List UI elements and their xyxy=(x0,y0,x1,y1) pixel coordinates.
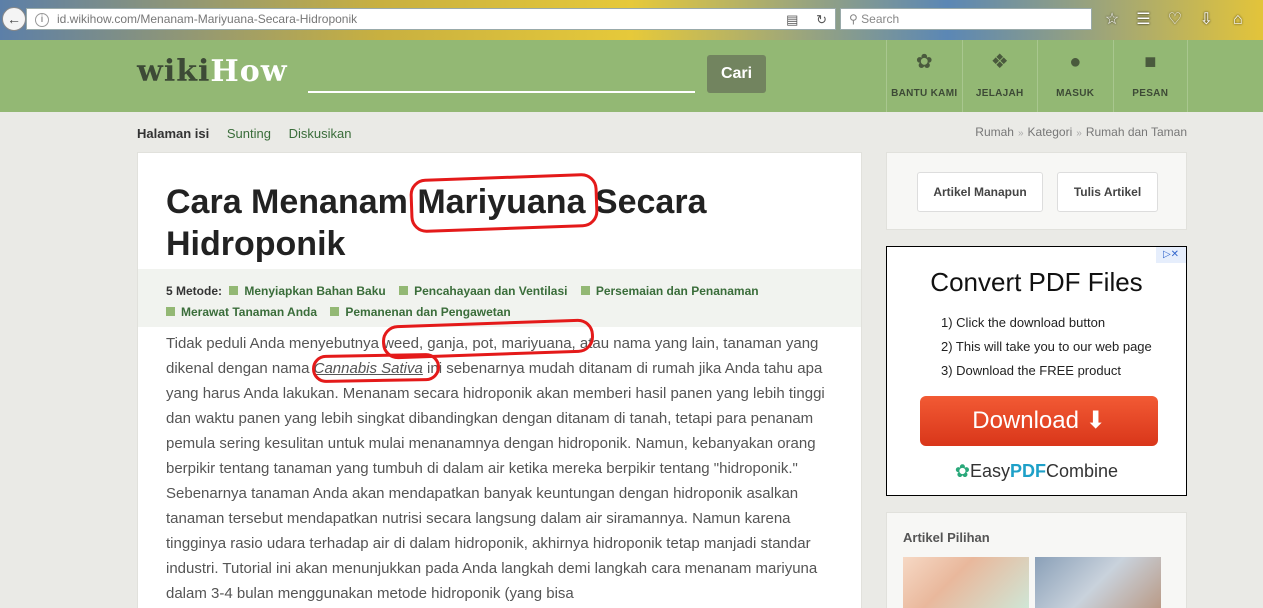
nav-bantu-kami[interactable]: ✿ BANTU KAMI xyxy=(886,40,962,112)
back-icon[interactable]: ← xyxy=(2,7,26,31)
nav-label: PESAN xyxy=(1132,88,1169,99)
method-link[interactable]: Merawat Tanaman Anda xyxy=(166,305,317,319)
tab-halaman-isi[interactable]: Halaman isi xyxy=(137,126,209,141)
logo-wiki: wiki xyxy=(137,54,211,89)
method-link[interactable]: Pencahayaan dan Ventilasi xyxy=(399,284,567,298)
home-icon[interactable]: ⌂ xyxy=(1226,8,1250,32)
search-button[interactable]: Cari xyxy=(707,55,766,93)
browser-toolbar: ← i id.wikihow.com/Menanam-Mariyuana-Seca… xyxy=(0,0,1263,40)
featured-heading: Artikel Pilihan xyxy=(903,530,990,545)
compass-icon: ❖ xyxy=(990,51,1009,73)
featured-articles: Artikel Pilihan xyxy=(886,512,1187,608)
breadcrumb-separator: » xyxy=(1076,128,1082,139)
breadcrumb-rumah-dan-taman[interactable]: Rumah dan Taman xyxy=(1086,125,1187,139)
methods-list: 5 Metode: Menyiapkan Bahan Baku Pencahay… xyxy=(138,269,861,327)
site-search-input[interactable] xyxy=(308,59,695,93)
method-link[interactable]: Pemanenan dan Pengawetan xyxy=(330,305,511,319)
user-icon: ● xyxy=(1069,51,1082,73)
sidebar-actions: Artikel Manapun Tulis Artikel xyxy=(886,152,1187,230)
ad-title: Convert PDF Files xyxy=(930,267,1143,297)
nav-label: JELAJAH xyxy=(975,88,1024,99)
search-icon: ⚲ xyxy=(849,12,858,26)
tab-diskusikan[interactable]: Diskusikan xyxy=(289,126,352,141)
annotation-title-highlight xyxy=(409,172,599,234)
methods-label: 5 Metode: xyxy=(166,284,223,298)
tab-sunting[interactable]: Sunting xyxy=(227,126,271,141)
header-nav: ✿ BANTU KAMI ❖ JELAJAH ● MASUK ■ PESAN xyxy=(886,40,1188,112)
method-link[interactable]: Menyiapkan Bahan Baku xyxy=(229,284,386,298)
bookmark-star-icon[interactable]: ☆ xyxy=(1100,8,1124,32)
page-tabs: Halaman isi Sunting Diskusikan xyxy=(137,126,365,141)
browser-toolbar-icons: ☆ ☰ ♡ ⇩ ⌂ xyxy=(1100,8,1263,32)
nav-jelajah[interactable]: ❖ JELAJAH xyxy=(961,40,1038,112)
sprout-icon: ✿ xyxy=(915,51,933,73)
info-icon[interactable]: i xyxy=(35,12,49,27)
url-host: id.wikihow.com xyxy=(57,12,138,26)
featured-thumbnail[interactable] xyxy=(903,557,1029,608)
search-placeholder: Search xyxy=(861,12,900,26)
breadcrumb-rumah[interactable]: Rumah xyxy=(975,125,1014,139)
write-article-button[interactable]: Tulis Artikel xyxy=(1057,172,1158,212)
breadcrumb-separator: » xyxy=(1017,128,1024,139)
nav-label: MASUK xyxy=(1056,88,1095,99)
nav-masuk[interactable]: ● MASUK xyxy=(1037,40,1113,112)
ad-step: 3) Download the FREE product xyxy=(941,363,1121,378)
random-article-button[interactable]: Artikel Manapun xyxy=(917,172,1043,212)
ad-steps: 1) Click the download button 2) This wil… xyxy=(941,311,1152,383)
down-arrow-icon: ⬇ xyxy=(1085,407,1106,434)
logo-how: How xyxy=(210,54,288,89)
reader-view-icon[interactable]: ▤ xyxy=(786,12,798,27)
url-path: /Menanam-Mariyuana-Secara-Hidroponik xyxy=(137,12,358,26)
nav-pesan[interactable]: ■ PESAN xyxy=(1112,40,1188,112)
nav-label: BANTU KAMI xyxy=(891,88,958,99)
ad-step: 2) This will take you to our web page xyxy=(941,339,1152,354)
ad-step: 1) Click the download button xyxy=(941,315,1106,330)
bookmarks-list-icon[interactable]: ☰ xyxy=(1131,8,1155,32)
ad-close-icon[interactable]: ▷✕ xyxy=(1156,247,1186,263)
site-header: wikiHow Cari ✿ BANTU KAMI ❖ JELAJAH ● MA… xyxy=(0,40,1263,112)
advertisement[interactable]: ▷✕ Convert PDF Files 1) Click the downlo… xyxy=(886,246,1187,496)
article-intro: Tidak peduli Anda menyebutnya weed, ganj… xyxy=(166,335,825,602)
wikihow-logo[interactable]: wikiHow xyxy=(137,54,288,89)
method-link[interactable]: Persemaian dan Penanaman xyxy=(580,284,759,298)
ad-brand-logo: ✿EasyPDFCombine xyxy=(954,461,1119,481)
featured-thumbnail[interactable] xyxy=(1035,557,1161,608)
breadcrumb-kategori[interactable]: Kategori xyxy=(1028,125,1073,139)
chat-icon: ■ xyxy=(1144,51,1157,73)
download-icon[interactable]: ⇩ xyxy=(1194,8,1218,32)
address-bar[interactable]: i id.wikihow.com/Menanam-Mariyuana-Secara… xyxy=(26,8,836,30)
breadcrumb: Rumah» Kategori» Rumah dan Taman xyxy=(975,125,1187,139)
pocket-icon[interactable]: ♡ xyxy=(1163,8,1187,32)
browser-search-input[interactable]: ⚲ Search xyxy=(840,8,1092,30)
reload-icon[interactable]: ↻ xyxy=(816,12,827,27)
annotation-cannabis-highlight xyxy=(311,352,441,384)
ad-download-button[interactable]: Download ⬇ xyxy=(920,396,1158,446)
leaf-icon: ✿ xyxy=(954,461,970,481)
